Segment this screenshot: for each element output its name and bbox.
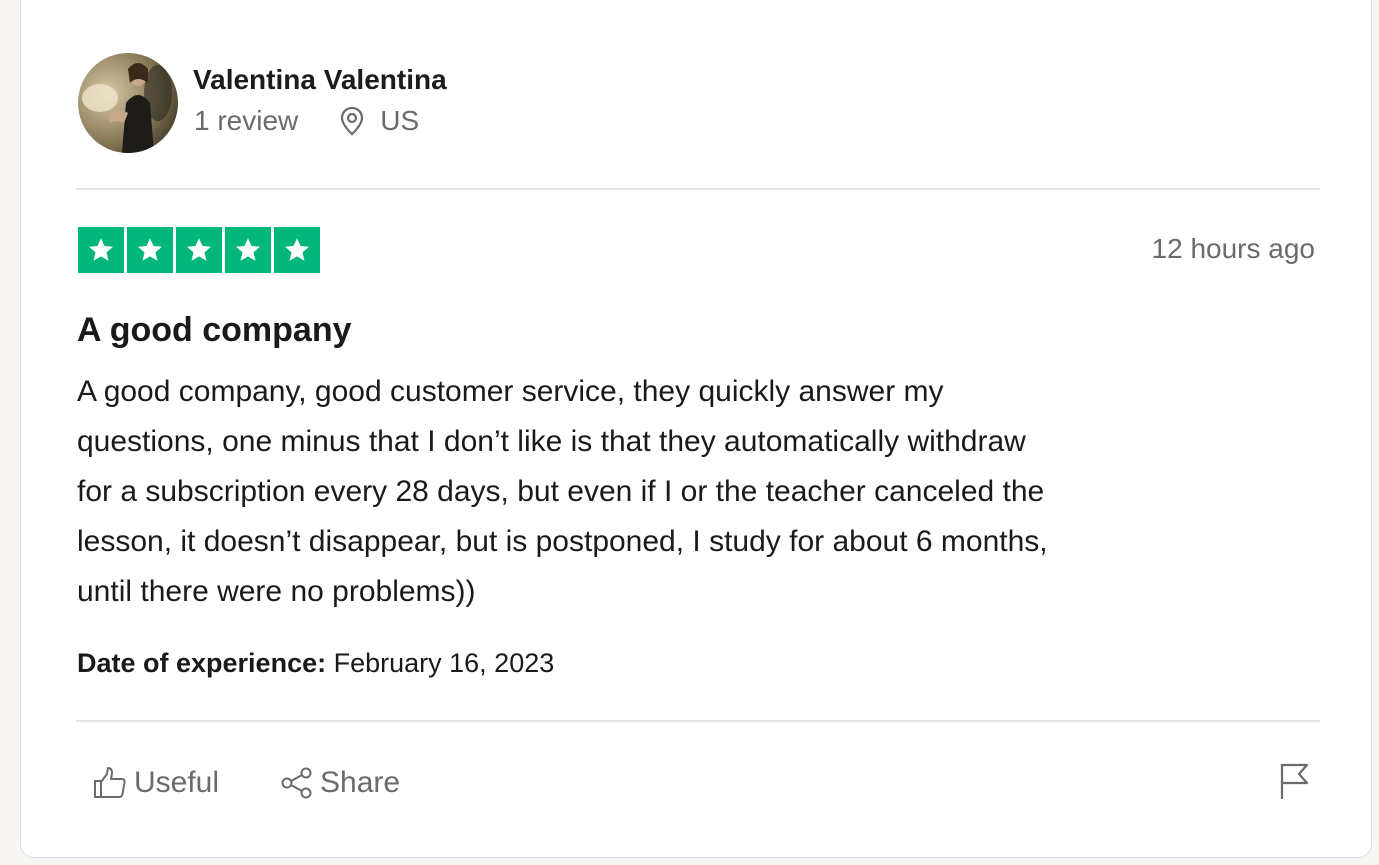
location-pin-icon (341, 106, 364, 136)
review-body-line: until there were no problems)) (77, 575, 476, 608)
review-title[interactable]: A good company (77, 311, 352, 350)
review-body-line: A good company, good customer service, t… (77, 375, 944, 408)
reviewer-meta: 1 review US (194, 105, 419, 137)
useful-button[interactable]: Useful (92, 766, 219, 800)
flag-icon (1280, 763, 1309, 799)
reviewer-name[interactable]: Valentina Valentina (193, 64, 447, 96)
avatar[interactable] (78, 53, 178, 153)
thumbs-up-icon (94, 767, 126, 798)
review-card: Valentina Valentina 1 review US 12 hours… (20, 0, 1372, 858)
useful-label: Useful (134, 766, 220, 799)
review-posted-time: 12 hours ago (1151, 233, 1315, 264)
star-rating (78, 227, 320, 273)
footer-divider (76, 720, 1320, 722)
star-icon (127, 227, 173, 273)
review-body-line: questions, one minus that I don’t like i… (77, 425, 1026, 458)
date-of-experience: Date of experience: February 16, 2023 (77, 648, 554, 679)
star-icon (176, 227, 222, 273)
reviewer-country: US (380, 105, 420, 136)
review-count: 1 review (194, 105, 299, 136)
star-icon (274, 227, 320, 273)
review-body-line: for a subscription every 28 days, but ev… (77, 475, 1045, 508)
star-icon (78, 227, 124, 273)
reviewer-location: US (338, 105, 419, 137)
share-icon (281, 767, 312, 799)
share-label: Share (320, 766, 401, 799)
star-icon (225, 227, 271, 273)
header-divider (76, 188, 1320, 190)
experience-label: Date of experience: (77, 648, 327, 678)
experience-date: February 16, 2023 (333, 648, 555, 678)
review-body: A good company, good customer service, t… (77, 367, 1327, 617)
report-button[interactable] (1277, 761, 1311, 806)
share-button[interactable]: Share (280, 766, 400, 800)
review-body-line: lesson, it doesn’t disappear, but is pos… (77, 525, 1048, 558)
